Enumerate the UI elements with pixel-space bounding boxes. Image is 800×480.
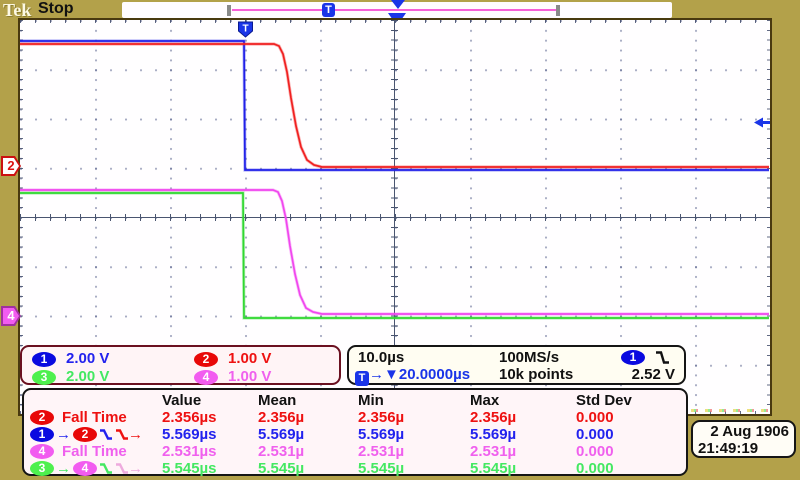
measurement-grid: Value Mean Min Max Std Dev 2 Fall Time 2.356µs 2… bbox=[30, 392, 684, 477]
falling-edge-icon bbox=[100, 463, 112, 474]
measurement-header-min: Min bbox=[358, 392, 384, 409]
measurement-row-3-mean: 2.531µ bbox=[258, 443, 305, 460]
trace-ch1 bbox=[20, 39, 769, 172]
measurement-row-1-min: 2.356µ bbox=[358, 409, 405, 426]
delay-value: 20.0000µs bbox=[398, 366, 471, 383]
trace-ch2 bbox=[20, 43, 769, 168]
measurement-row-2-label: 1 → 2 → bbox=[30, 426, 162, 443]
record-waveform-line bbox=[232, 9, 558, 11]
delay-arrow: → bbox=[56, 460, 71, 477]
measurement-source-badge-ch2: 2 bbox=[73, 427, 97, 442]
channel-scale-readout: 1 2.00 V 2 1.00 V 3 2.00 V 4 1.00 V bbox=[20, 345, 341, 385]
trace-ch3 bbox=[20, 192, 769, 319]
measurement-row-3-value: 2.531µs bbox=[162, 443, 217, 460]
measurement-row-2-mean: 5.569µ bbox=[258, 426, 305, 443]
channel-4-badge: 4 bbox=[194, 369, 218, 385]
measurement-header-max: Max bbox=[470, 392, 500, 409]
measurement-row-4-min: 5.545µ bbox=[358, 460, 405, 477]
oscilloscope-screen: Tek Stop T T 2 4 1 2.00 V 2 1.00 V 3 2.0… bbox=[0, 0, 800, 480]
channel-4-scale-readout: 4 1.00 V bbox=[194, 368, 271, 386]
trigger-level-arrow-icon bbox=[754, 117, 770, 128]
measurement-row-1-label: 2 Fall Time bbox=[30, 409, 162, 426]
measurement-header-mean: Mean bbox=[258, 392, 297, 409]
timebase-scale: 10.0µs bbox=[358, 349, 405, 366]
channel-2-badge: 2 bbox=[194, 351, 218, 367]
measurement-header-std-dev: Std Dev bbox=[576, 392, 632, 409]
channel-3-badge: 3 bbox=[32, 369, 56, 385]
measurement-row-2-max: 5.569µ bbox=[470, 426, 517, 443]
measurement-source-badge-ch3: 3 bbox=[30, 461, 54, 476]
trace-ch4 bbox=[20, 188, 769, 316]
record-start-bracket bbox=[227, 5, 231, 16]
measurement-row-4-label: 3 → 4 → bbox=[30, 460, 162, 477]
measurement-row-3-max: 2.531µ bbox=[470, 443, 517, 460]
measurement-row-3-std: 0.000 bbox=[576, 443, 614, 460]
measurement-source-badge-ch2: 2 bbox=[30, 410, 54, 425]
measurement-source-badge-ch1: 1 bbox=[30, 427, 54, 442]
delay-tail-arrow: → bbox=[128, 426, 143, 443]
record-trigger-icon: T bbox=[322, 3, 335, 17]
delay-tail-arrow: → bbox=[128, 460, 143, 477]
record-length: 10k points bbox=[499, 366, 574, 383]
measurement-row-1-std: 0.000 bbox=[576, 409, 614, 426]
measurement-row-4-mean: 5.545µ bbox=[258, 460, 305, 477]
trigger-slope-falling-icon bbox=[656, 351, 669, 364]
ch4-position-marker: 4 bbox=[1, 306, 21, 326]
channel-3-scale-readout: 3 2.00 V bbox=[32, 368, 109, 386]
measurement-row-4-max: 5.545µ bbox=[470, 460, 517, 477]
channel-2-volts-per-div: 1.00 V bbox=[228, 350, 272, 367]
measurement-source-badge-ch4: 4 bbox=[30, 444, 54, 459]
acquisition-status: Stop bbox=[38, 0, 74, 17]
date-value: 2 Aug 1906 bbox=[710, 423, 789, 440]
channel-3-volts-per-div: 2.00 V bbox=[66, 368, 110, 385]
measurement-table: Value Mean Min Max Std Dev 2 Fall Time 2.356µs 2… bbox=[22, 388, 688, 477]
datetime-box: 2 Aug 1906 21:49:19 bbox=[691, 420, 796, 458]
trigger-delay-readout: T →▼20.0000µs bbox=[355, 366, 470, 386]
trigger-source-badge: 1 bbox=[621, 350, 645, 365]
measurement-row-2-min: 5.569µ bbox=[358, 426, 405, 443]
measurement-row-1-mean: 2.356µ bbox=[258, 409, 305, 426]
measurement-row-2-std: 0.000 bbox=[576, 426, 614, 443]
measurement-row-4-value: 5.545µs bbox=[162, 460, 217, 477]
delay-arrow: → bbox=[56, 426, 71, 443]
channel-1-volts-per-div: 2.00 V bbox=[66, 350, 110, 367]
falling-edge-icon bbox=[100, 429, 112, 440]
sample-rate: 100MS/s bbox=[499, 349, 560, 366]
measurement-row-3-label: 4 Fall Time bbox=[30, 443, 162, 460]
delay-trigger-icon: T bbox=[355, 371, 369, 386]
falling-edge-icon bbox=[116, 463, 128, 474]
measurement-source-badge-ch4: 4 bbox=[73, 461, 97, 476]
measurement-row-4-std: 0.000 bbox=[576, 460, 614, 477]
falling-edge-icon bbox=[116, 429, 128, 440]
trace-ch4 bbox=[20, 189, 769, 315]
tek-logo: Tek bbox=[3, 0, 32, 20]
timebase-trigger-readout: 10.0µs 100MS/s 1 T →▼20.0000µs 10k points… bbox=[347, 345, 686, 386]
channel-1-badge: 1 bbox=[32, 351, 56, 367]
measurement-type-label: Fall Time bbox=[62, 443, 127, 460]
channel-1-scale-readout: 1 2.00 V bbox=[32, 350, 109, 368]
trace-ch1 bbox=[20, 40, 769, 171]
svg-text:T: T bbox=[242, 24, 248, 35]
channel-2-scale-readout: 2 1.00 V bbox=[194, 350, 271, 368]
delay-arrows: →▼ bbox=[369, 366, 399, 383]
measurement-header-value: Value bbox=[162, 392, 202, 409]
time-value: 21:49:19 bbox=[698, 440, 759, 457]
measurement-row-2-value: 5.569µs bbox=[162, 426, 217, 443]
measurement-row-3-min: 2.531µ bbox=[358, 443, 405, 460]
record-center-icon bbox=[391, 0, 405, 9]
trace-ch3 bbox=[20, 191, 769, 320]
record-end-bracket bbox=[556, 5, 560, 16]
ch2-position-marker: 2 bbox=[1, 156, 21, 176]
channel-4-volts-per-div: 1.00 V bbox=[228, 368, 272, 385]
measurement-row-1-max: 2.356µ bbox=[470, 409, 517, 426]
measurement-row-1-value: 2.356µs bbox=[162, 409, 217, 426]
trigger-position-flag-icon: T bbox=[238, 21, 253, 38]
measurement-type-label: Fall Time bbox=[62, 409, 127, 426]
trigger-level-value: 2.52 V bbox=[631, 366, 675, 383]
trace-ch2 bbox=[20, 42, 769, 169]
